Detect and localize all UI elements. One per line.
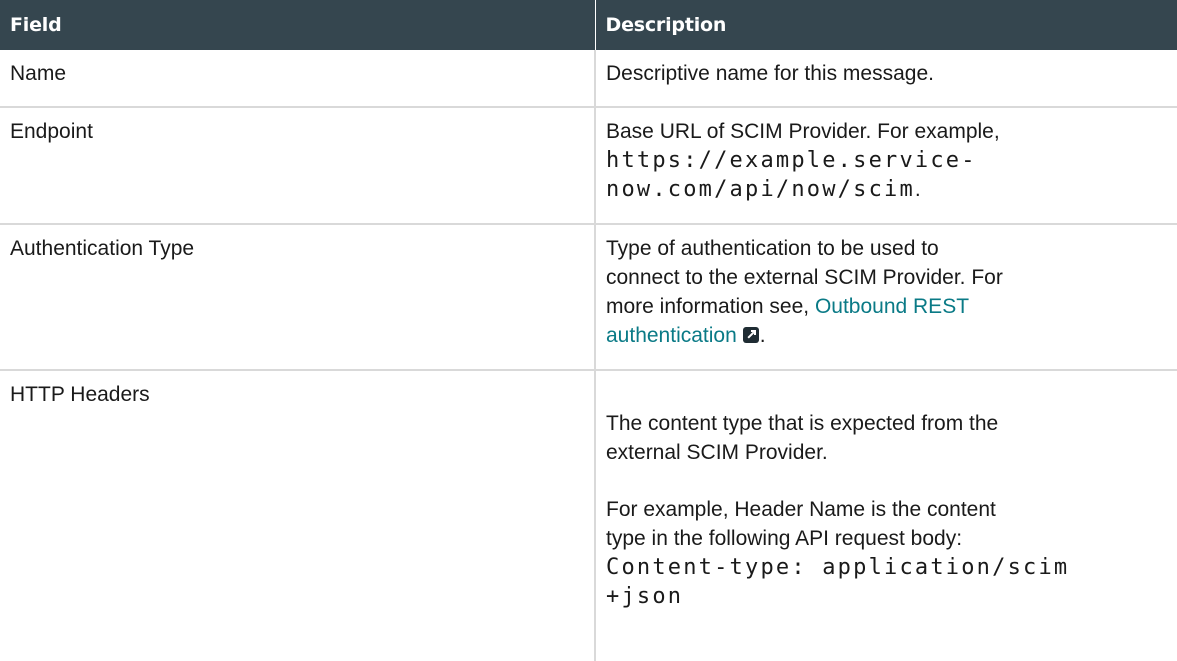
- punctuation: .: [914, 178, 921, 201]
- description-cell: Base URL of SCIM Provider. For example, …: [594, 107, 1177, 225]
- table-header: Field Description: [0, 0, 1177, 50]
- description-text: connect to the external SCIM Provider. F…: [606, 266, 1003, 289]
- description-text: Type of authentication to be used to: [606, 237, 939, 260]
- table-row: Name Descriptive name for this message.: [0, 50, 1177, 108]
- table-row: HTTP Headers The content type that is ex…: [0, 370, 1177, 661]
- header-row: Field Description: [0, 0, 1177, 50]
- field-name-cell: Name: [0, 50, 595, 108]
- table-row: Authentication Type Type of authenticati…: [0, 224, 1177, 371]
- link-text: Outbound REST: [814, 295, 970, 318]
- description-text: Base URL of SCIM Provider. For example,: [606, 120, 1000, 143]
- code-snippet: +json: [606, 584, 684, 609]
- code-snippet: Content-type: application/scim: [606, 555, 1070, 580]
- description-text: The content type that is expected from t…: [606, 412, 999, 435]
- external-link-icon: [742, 327, 759, 343]
- description-cell: Descriptive name for this message.: [594, 50, 1177, 108]
- table-body: Name Descriptive name for this message. …: [0, 50, 1177, 661]
- description-text: For example, Header Name is the content: [606, 498, 996, 521]
- field-name-cell: Authentication Type: [0, 224, 595, 371]
- page: Field Description Name Descriptive name …: [0, 0, 1177, 661]
- field-description-table: Field Description Name Descriptive name …: [0, 0, 1177, 661]
- link-text: authentication: [606, 324, 737, 347]
- punctuation: .: [759, 324, 766, 347]
- description-paragraph: For example, Header Name is the content …: [606, 495, 1161, 611]
- code-snippet: https://example.service-: [606, 148, 977, 173]
- header-description: Description: [594, 0, 1177, 50]
- field-name-cell: Endpoint: [0, 107, 595, 225]
- header-field: Field: [0, 0, 595, 50]
- description-cell: The content type that is expected from t…: [594, 370, 1177, 661]
- description-text: external SCIM Provider.: [606, 441, 828, 464]
- table-row: Endpoint Base URL of SCIM Provider. For …: [0, 107, 1177, 225]
- description-cell: Type of authentication to be used to con…: [594, 224, 1177, 371]
- description-paragraph: The content type that is expected from t…: [606, 409, 1161, 467]
- description-text: more information see,: [606, 295, 810, 318]
- field-name-cell: HTTP Headers: [10, 383, 150, 406]
- code-snippet: now.com/api/now/scim: [606, 177, 915, 202]
- description-text: type in the following API request body:: [606, 527, 963, 550]
